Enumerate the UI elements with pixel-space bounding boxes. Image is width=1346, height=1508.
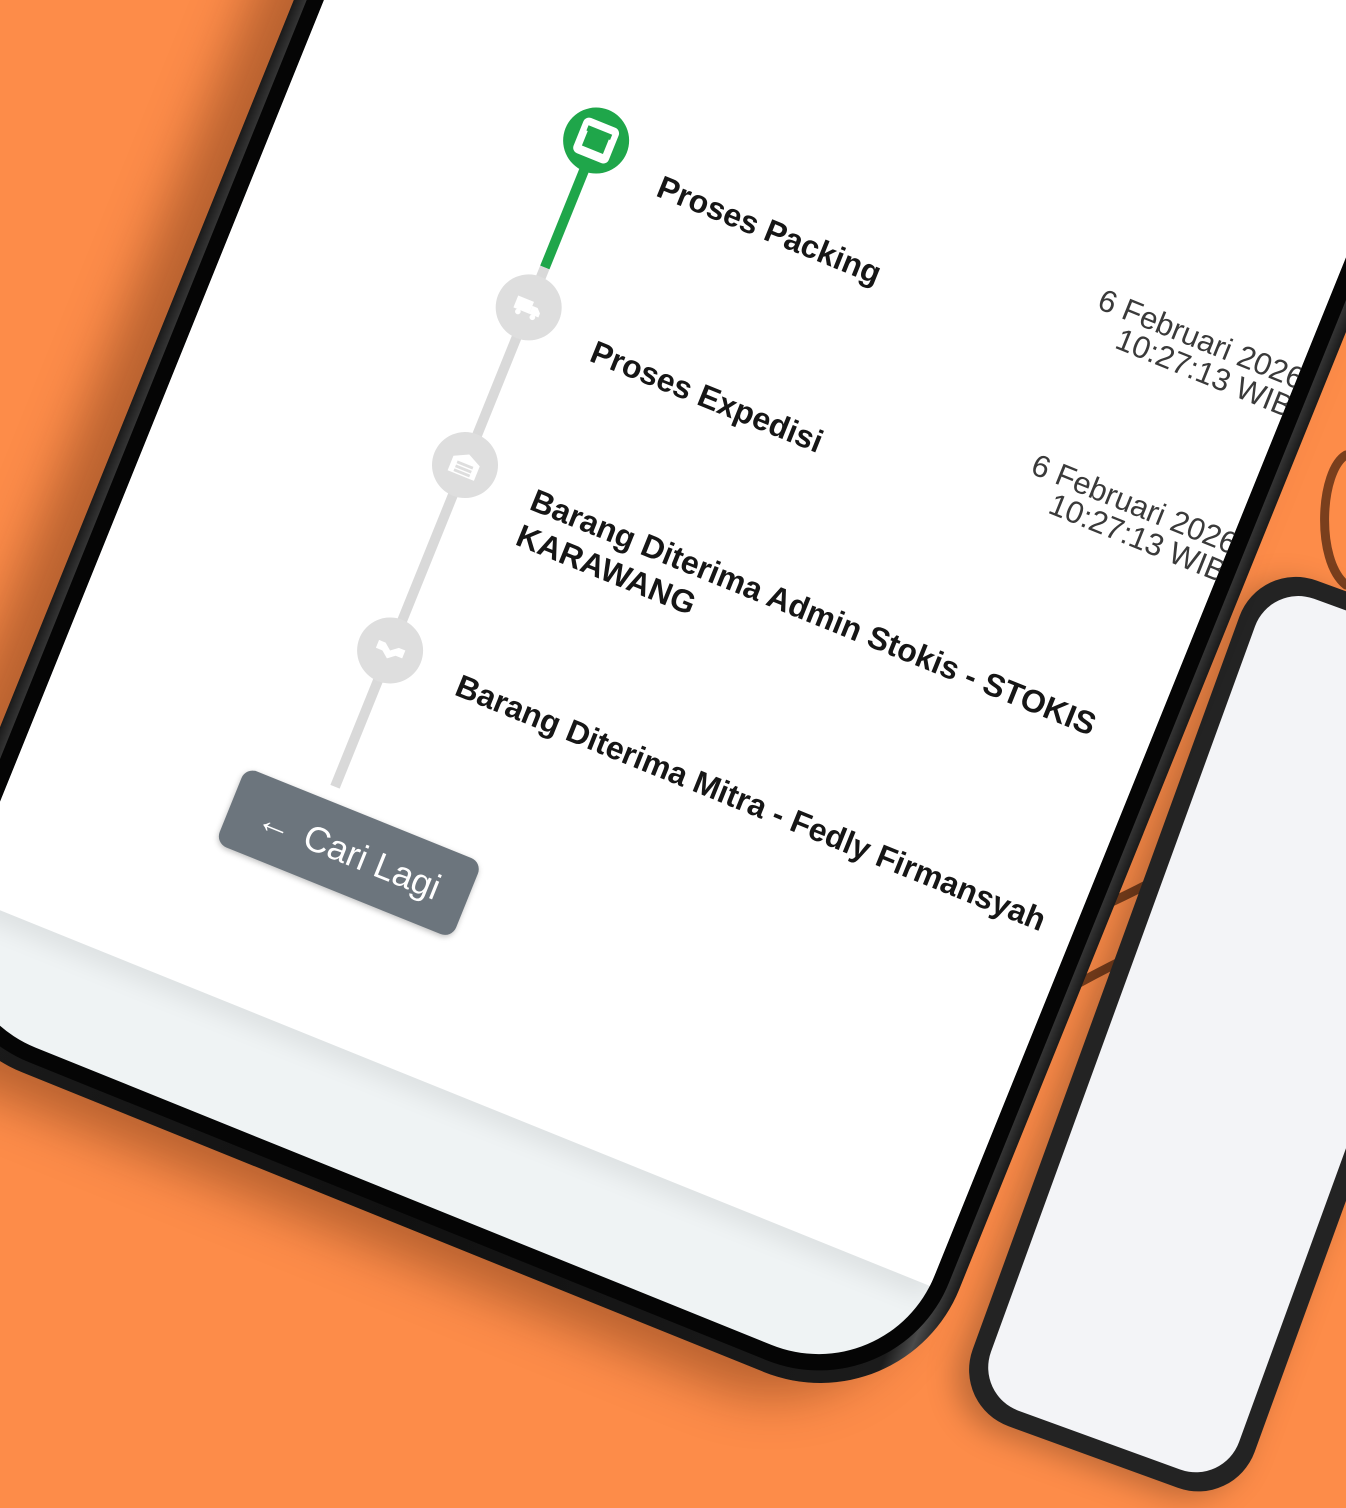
step-date: 6 Februari 2026 10:27:13 WIB [1006, 446, 1243, 589]
step-date: 6 Februari 2026 10:27:13 WIB [1072, 281, 1309, 424]
handshake-icon [375, 639, 406, 659]
truck-icon [513, 295, 540, 321]
back-button-label: Cari Lagi [297, 815, 447, 908]
arrow-left-icon: ← [251, 796, 301, 849]
back-search-button[interactable]: ← Cari Lagi [215, 766, 483, 939]
decor-line [1320, 450, 1346, 590]
step-expedisi-node [485, 264, 572, 351]
step-title-line: Barang Diterima Admin Stokis - STOKIS [525, 482, 1102, 743]
warehouse-icon [447, 454, 480, 481]
step-packing-node [553, 97, 640, 184]
step-title: Proses Packing [652, 168, 887, 292]
step-title: Proses Expedisi [585, 333, 829, 460]
step-mitra-node [347, 607, 434, 694]
box-icon [571, 115, 621, 166]
step-stokis-node [422, 422, 508, 508]
